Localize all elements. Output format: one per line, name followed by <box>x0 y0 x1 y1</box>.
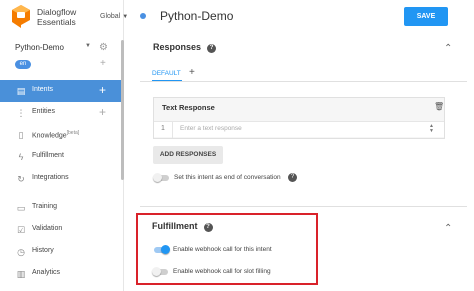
help-icon[interactable]: ? <box>207 44 217 53</box>
sidebar-item-entities[interactable]: ⋮ Entities + <box>0 102 124 124</box>
sidebar-item-validation[interactable]: ☑ Validation <box>0 219 124 241</box>
row-separator <box>172 122 173 138</box>
agent-selector[interactable]: Python-Demo ▼ ⚙ <box>15 42 115 56</box>
trash-icon[interactable]: 🗑 <box>434 102 444 111</box>
responses-title: Responses? <box>153 42 217 53</box>
reorder-stepper-icon[interactable]: ▲ ▼ <box>429 124 434 134</box>
sidebar-item-label: Integrations <box>32 174 69 181</box>
collapse-chevron-icon[interactable]: ⌃ <box>444 223 452 234</box>
sidebar-item-label: Intents <box>32 86 54 93</box>
collapse-chevron-icon[interactable]: ⌃ <box>444 43 452 54</box>
sidebar-item-training[interactable]: ▭ Training <box>0 197 124 219</box>
sidebar-item-label: History <box>32 247 54 254</box>
agent-name: Python-Demo <box>15 43 64 52</box>
language-badge[interactable]: en <box>15 60 31 69</box>
sidebar-item-label: Validation <box>32 225 63 232</box>
sidebar-item-history[interactable]: ◷ History <box>0 241 124 263</box>
tab-default[interactable]: DEFAULT <box>152 70 181 77</box>
sidebar-item-label: Training <box>32 203 58 210</box>
text-response-input[interactable]: Enter a text response <box>180 125 242 132</box>
save-button[interactable]: SAVE <box>404 7 448 26</box>
intent-name[interactable]: Python-Demo <box>160 9 233 23</box>
add-intent-icon[interactable]: + <box>99 83 106 97</box>
status-dot-icon <box>140 13 146 19</box>
sidebar-item-label: Analytics <box>32 269 61 276</box>
end-conversation-label: Set this intent as end of conversation <box>174 174 281 181</box>
responses-title-text: Responses <box>153 42 202 52</box>
sidebar-item-label: Knowledge[beta] <box>32 130 79 139</box>
lightning-icon: ϟ <box>18 152 24 162</box>
add-entity-icon[interactable]: + <box>99 105 106 119</box>
sidebar-item-integrations[interactable]: ↻ Integrations <box>0 168 124 190</box>
row-number: 1 <box>161 125 165 132</box>
chevron-down-icon: ▼ <box>122 14 129 20</box>
sidebar-scrollbar[interactable] <box>121 40 124 180</box>
section-divider <box>140 206 467 207</box>
brand[interactable]: Dialogflow Essentials Global ▼ <box>10 4 128 32</box>
chat-bubble-icon: ▤ <box>16 86 26 96</box>
sync-icon: ↻ <box>17 174 25 184</box>
document-icon: ▯ <box>18 130 24 140</box>
chevron-down-icon[interactable]: ▼ <box>85 43 91 49</box>
bar-chart-icon: ▥ <box>16 269 26 279</box>
end-conversation-toggle[interactable] <box>153 173 169 182</box>
add-responses-button[interactable]: ADD RESPONSES <box>153 146 223 164</box>
clock-icon: ◷ <box>17 247 25 257</box>
highlight-box <box>136 213 318 285</box>
brand-name: Dialogflow Essentials <box>37 7 77 27</box>
sidebar: Dialogflow Essentials Global ▼ Python-Dem… <box>0 0 128 291</box>
text-response-row: 1 Enter a text response ▲ ▼ <box>154 121 444 138</box>
knowledge-label: Knowledge <box>32 132 67 140</box>
training-icon: ▭ <box>16 203 26 213</box>
gear-icon[interactable]: ⚙ <box>99 42 108 53</box>
beta-badge: [beta] <box>66 130 80 136</box>
sidebar-item-intents[interactable]: ▤ Intents + <box>0 80 124 102</box>
language-row: en + <box>15 58 115 72</box>
text-response-card: Text Response 🗑 1 Enter a text response … <box>153 97 445 139</box>
region-label: Global <box>100 13 121 20</box>
sidebar-item-knowledge[interactable]: ▯ Knowledge[beta] <box>0 124 124 146</box>
sidebar-item-fulfillment[interactable]: ϟ Fulfillment <box>0 146 124 168</box>
help-icon[interactable]: ? <box>288 173 297 182</box>
add-tab-icon[interactable]: + <box>189 67 195 78</box>
sidebar-item-label: Entities <box>32 108 55 115</box>
region-selector[interactable]: Global ▼ <box>100 13 128 20</box>
sidebar-item-label: Fulfillment <box>32 152 64 159</box>
text-response-title: Text Response <box>162 103 215 112</box>
toggle-knob <box>153 173 162 182</box>
entities-icon: ⋮ <box>16 108 26 118</box>
checklist-icon: ☑ <box>16 225 26 235</box>
dialogflow-logo-icon <box>12 5 30 28</box>
add-language-icon[interactable]: + <box>100 58 106 69</box>
tabs-divider <box>140 81 467 82</box>
sidebar-item-analytics[interactable]: ▥ Analytics <box>0 263 124 285</box>
